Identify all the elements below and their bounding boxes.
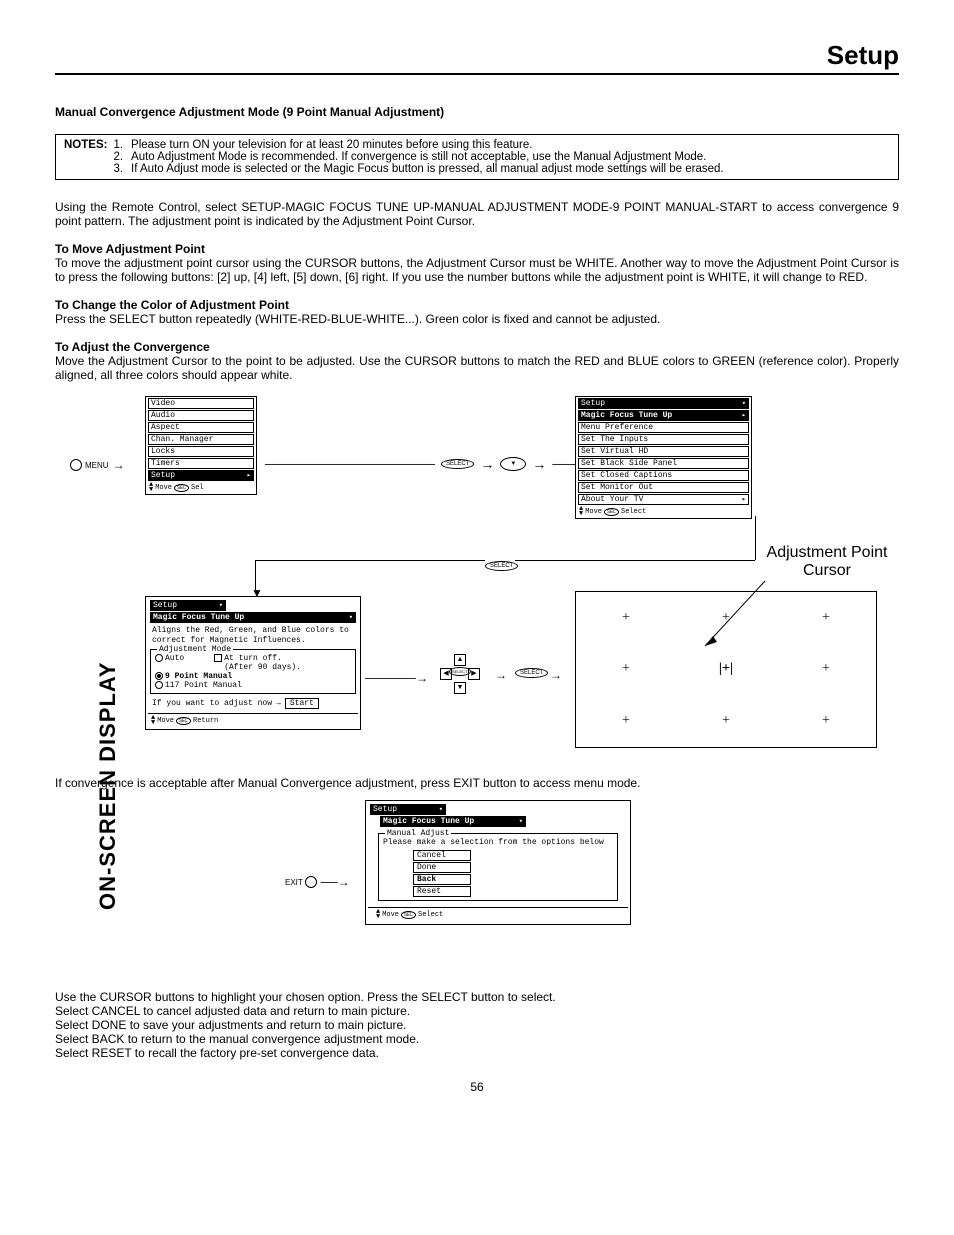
menu-video: Video <box>148 398 254 409</box>
diagram-area: MENU → Video Audio Aspect Chan. Manager … <box>55 396 899 766</box>
m3-sub: Magic Focus Tune Up▾ <box>150 612 356 623</box>
trailing-3: Select DONE to save your adjustments and… <box>55 1018 899 1032</box>
opt-back: Back <box>413 874 471 885</box>
menu1-footer: ▲▼ Move SEL Sel <box>146 482 256 494</box>
exit-button-icon <box>305 876 317 888</box>
note-2: Auto Adjustment Mode is recommended. If … <box>131 151 706 163</box>
m3-header: Setup▾ <box>150 600 226 611</box>
setup-virtual-hd: Set Virtual HD <box>578 446 749 457</box>
grid-point: + <box>822 713 830 729</box>
opt-done: Done <box>413 862 471 873</box>
menu-chan-manager: Chan. Manager <box>148 434 254 445</box>
menu3-footer: ▲▼ Move SEL Return <box>148 713 358 727</box>
opt-cancel: Cancel <box>413 850 471 861</box>
trailing-1: Use the CURSOR buttons to highlight your… <box>55 990 899 1004</box>
setup-monitor: Set Monitor Out <box>578 482 749 493</box>
menu4-footer: ▲▼ Move SEL Select <box>368 907 628 922</box>
convergence-grid: + + + + |+| + + + + <box>575 591 877 748</box>
setup-magic-focus: Magic Focus Tune Up▸ <box>578 410 749 421</box>
exit-diagram: EXIT ──→ Setup▾ Magic Focus Tune Up▾ Man… <box>55 800 899 980</box>
m3-desc: Aligns the Red, Green, and Blue colors t… <box>148 624 358 647</box>
grid-point: + <box>622 610 630 626</box>
grid-point: + <box>822 610 830 626</box>
move-title: To Move Adjustment Point <box>55 242 899 256</box>
menu-aspect: Aspect <box>148 422 254 433</box>
trailing-2: Select CANCEL to cancel adjusted data an… <box>55 1004 899 1018</box>
color-title: To Change the Color of Adjustment Point <box>55 298 899 312</box>
color-body: Press the SELECT button repeatedly (WHIT… <box>55 312 899 326</box>
setup-black-side: Set Black Side Panel <box>578 458 749 469</box>
menu-audio: Audio <box>148 410 254 421</box>
select-button-1: SELECT <box>441 459 474 469</box>
start-button: Start <box>285 698 319 709</box>
menu-setup: Setup▸ <box>148 470 254 481</box>
cursor-label: Adjustment Point Cursor <box>755 544 899 579</box>
adjustment-mode-group: Adjustment Mode Auto At turn off.(After … <box>150 649 356 693</box>
note-1: Please turn ON your television for at le… <box>131 139 532 151</box>
section-title: Manual Convergence Adjustment Mode (9 Po… <box>55 105 899 119</box>
move-body: To move the adjustment point cursor usin… <box>55 256 899 284</box>
setup-header: Setup▾ <box>578 398 749 409</box>
down-arrow-icon: ▼ <box>500 457 526 471</box>
setup-inputs: Set The Inputs <box>578 434 749 445</box>
exit-label: EXIT <box>285 878 303 887</box>
m4-header: Setup▾ <box>370 804 446 815</box>
post-diagram-text: If convergence is acceptable after Manua… <box>55 776 899 790</box>
setup-menu: Setup▾ Magic Focus Tune Up▸ Menu Prefere… <box>575 396 752 519</box>
menu-button-icon <box>70 459 82 471</box>
grid-point: + <box>722 610 730 626</box>
trailing-5: Select RESET to recall the factory pre-s… <box>55 1046 899 1060</box>
intro-paragraph: Using the Remote Control, select SETUP-M… <box>55 200 899 228</box>
main-menu: Video Audio Aspect Chan. Manager Locks T… <box>145 396 257 495</box>
opt-reset: Reset <box>413 886 471 897</box>
select-button-3: SELECT <box>515 668 548 678</box>
notes-label: NOTES: <box>64 139 107 175</box>
adjust-title: To Adjust the Convergence <box>55 340 899 354</box>
m4-sub: Magic Focus Tune Up▾ <box>380 816 526 827</box>
cursor-pad: ▲ ◀ ▶ ▼ SELECT <box>430 654 490 694</box>
menu-timers: Timers <box>148 458 254 469</box>
down-arrow-icon2: ▼ <box>454 682 466 694</box>
up-arrow-icon: ▲ <box>454 654 466 666</box>
page-number: 56 <box>55 1080 899 1094</box>
menu-locks: Locks <box>148 446 254 457</box>
setup-cc: Set Closed Captions <box>578 470 749 481</box>
trailing-4: Select BACK to return to the manual conv… <box>55 1032 899 1046</box>
setup-about: About Your TV▸ <box>578 494 749 505</box>
magic-focus-panel: Setup▾ Magic Focus Tune Up▾ Aligns the R… <box>145 596 361 730</box>
notes-box: NOTES: 1.Please turn ON your television … <box>55 134 899 180</box>
page-header: Setup <box>55 40 899 75</box>
menu-label: MENU <box>85 461 109 470</box>
select-center: SELECT <box>449 667 471 676</box>
grid-point: + <box>722 713 730 729</box>
manual-adjust-panel: Setup▾ Magic Focus Tune Up▾ Manual Adjus… <box>365 800 631 925</box>
select-button-2: SELECT <box>485 561 518 571</box>
grid-point-cursor: |+| <box>719 661 733 677</box>
manual-adjust-group: Manual Adjust Please make a selection fr… <box>378 833 618 901</box>
grid-point: + <box>622 713 630 729</box>
adjust-body: Move the Adjustment Cursor to the point … <box>55 354 899 382</box>
note-3: If Auto Adjust mode is selected or the M… <box>131 163 724 175</box>
menu2-footer: ▲▼ Move SEL Select <box>576 506 751 518</box>
grid-point: + <box>822 661 830 677</box>
setup-menu-pref: Menu Preference <box>578 422 749 433</box>
grid-point: + <box>622 661 630 677</box>
